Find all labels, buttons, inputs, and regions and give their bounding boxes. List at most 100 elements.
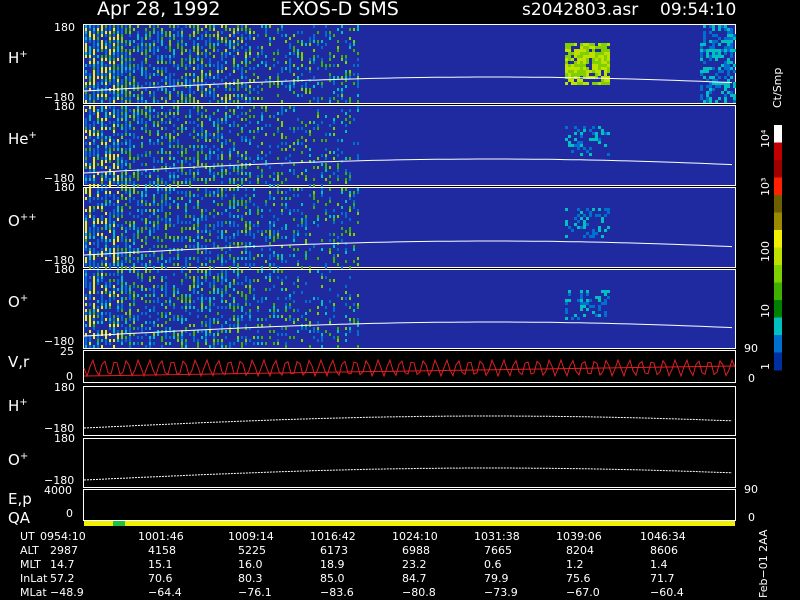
spectrogram-cell <box>117 76 119 79</box>
spectrogram-cell <box>105 97 107 100</box>
spectrogram-cell <box>281 136 283 139</box>
spectrogram-cell <box>161 239 163 242</box>
spectrogram-cell <box>97 154 99 157</box>
spectrogram-cell <box>117 324 119 327</box>
spectrogram-cell <box>157 160 159 163</box>
spectrogram-cell <box>125 142 127 145</box>
spectrogram-cell <box>321 97 323 100</box>
spectrogram-cell <box>149 327 151 330</box>
spectrogram-cell <box>177 142 179 145</box>
spectrogram-cell <box>213 279 215 282</box>
spectrogram-cell <box>185 100 187 103</box>
spectrogram-cell <box>357 318 359 321</box>
spectrogram-cell <box>141 154 143 157</box>
spectrogram-cell <box>317 306 319 309</box>
spectrogram-cell <box>333 64 335 67</box>
spectrogram-cell <box>345 73 347 76</box>
spectrogram-cell <box>149 130 151 133</box>
spectrogram-cell <box>129 312 131 315</box>
spectrogram-cell <box>113 203 115 206</box>
spectrogram-cell <box>137 336 139 339</box>
spectrogram-cell <box>345 157 347 160</box>
spectrogram-cell <box>321 175 323 178</box>
spectrogram-cell <box>604 314 607 317</box>
spectrogram-cell <box>149 151 151 154</box>
spectrogram-cell <box>253 79 255 82</box>
spectrogram-cell <box>337 88 339 91</box>
spectrogram-cell <box>205 52 207 55</box>
spectrogram-cell <box>101 303 103 306</box>
spectrogram-cell <box>133 197 135 200</box>
spectrogram-cell <box>213 55 215 58</box>
spectrogram-cell <box>165 282 167 285</box>
spectrogram-cell <box>241 94 243 97</box>
spectrogram-cell <box>333 127 335 130</box>
spectrogram-cell <box>89 46 91 49</box>
footer-cell: −83.6 <box>320 586 354 599</box>
spectrogram-cell <box>89 303 91 306</box>
spectrogram-cell <box>149 46 151 49</box>
spectrogram-cell <box>165 79 167 82</box>
spectrogram-cell <box>305 169 307 172</box>
spectrogram-cell <box>117 245 119 248</box>
spectrogram-cell <box>197 257 199 260</box>
spectrogram-cell <box>197 291 199 294</box>
spectrogram-cell <box>309 184 311 187</box>
spectrogram-cell <box>181 127 183 130</box>
spectrogram-cell <box>145 175 147 178</box>
spectrogram-cell <box>201 215 203 218</box>
spectrogram-cell <box>89 166 91 169</box>
spectrogram-cell <box>153 82 155 85</box>
spectrogram-cell <box>85 142 87 145</box>
spectrogram-cell <box>93 49 95 52</box>
spectrogram-cell <box>205 136 207 139</box>
spectrogram-cell <box>137 230 139 233</box>
spectrogram-cell <box>709 40 712 43</box>
spectrogram-cell <box>125 31 127 34</box>
spectrogram-cell <box>197 25 199 28</box>
spectrogram-cell <box>153 321 155 324</box>
spectrogram-cell <box>153 40 155 43</box>
spectrogram-cell <box>101 118 103 121</box>
spectrogram-cell <box>333 257 335 260</box>
spectrogram-cell <box>97 339 99 342</box>
spectrogram-cell <box>149 133 151 136</box>
spectrogram-cell <box>149 309 151 312</box>
spectrogram-cell <box>709 67 712 70</box>
spectrogram-cell <box>281 124 283 127</box>
spectrogram-cell <box>257 157 259 160</box>
spectrogram-cell <box>333 233 335 236</box>
colorbar-swatch <box>774 352 782 371</box>
spectrogram-cell <box>577 49 580 52</box>
spectrogram-cell <box>153 230 155 233</box>
spectrogram-cell <box>145 61 147 64</box>
spectrogram-cell <box>193 336 195 339</box>
spectrogram-cell <box>574 73 577 76</box>
spectrogram-cell <box>89 282 91 285</box>
spectrogram-cell <box>97 97 99 100</box>
spectrogram-cell <box>293 85 295 88</box>
spectrogram-cell <box>93 52 95 55</box>
spectrogram-cell <box>85 282 87 285</box>
spectrogram-cell <box>281 28 283 31</box>
spectrogram-cell <box>137 157 139 160</box>
spectrogram-cell <box>113 324 115 327</box>
spectrogram-cell <box>201 209 203 212</box>
spectrogram-cell <box>265 25 267 28</box>
spectrogram-cell <box>89 73 91 76</box>
spectrogram-cell <box>715 49 718 52</box>
spectrogram-cell <box>117 206 119 209</box>
spectrogram-cell <box>269 82 271 85</box>
spectrogram-cell <box>345 297 347 300</box>
footer-cell: −76.1 <box>238 586 272 599</box>
spectrogram-cell <box>577 64 580 67</box>
spectrogram-cell <box>589 214 592 217</box>
spectrogram-cell <box>129 79 131 82</box>
spectrogram-cell <box>277 339 279 342</box>
spectrogram-cell <box>333 279 335 282</box>
spectrogram-cell <box>337 263 339 266</box>
spectrogram-cell <box>105 58 107 61</box>
spectrogram-cell <box>205 330 207 333</box>
spectrogram-cell <box>121 40 123 43</box>
spectrogram-cell <box>161 339 163 342</box>
